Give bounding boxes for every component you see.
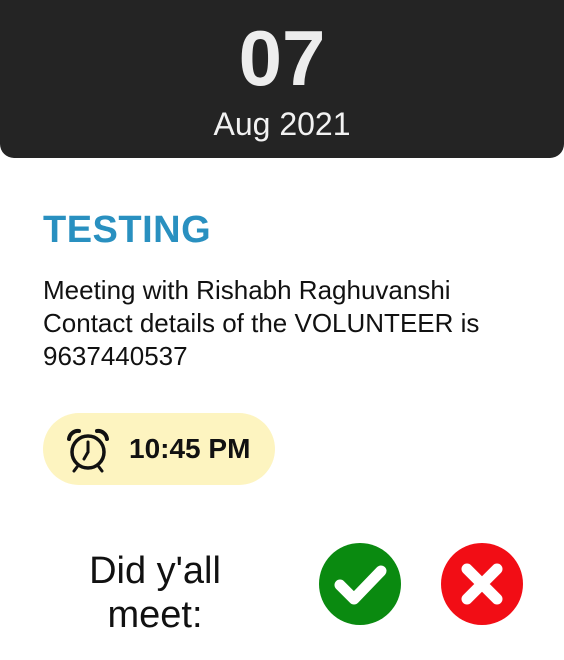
- meeting-card: 07 Aug 2021 TESTING Meeting with Rishabh…: [0, 0, 564, 660]
- event-description: Meeting with Rishabh Raghuvanshi Contact…: [43, 274, 533, 373]
- checkmark-icon: [334, 565, 387, 605]
- description-line: Contact details of the VOLUNTEER is: [43, 308, 480, 338]
- question-line: Did y'all: [89, 550, 221, 592]
- date-header: 07 Aug 2021: [0, 0, 564, 158]
- question-line: meet:: [107, 594, 203, 636]
- date-month-year: Aug 2021: [213, 106, 351, 142]
- description-line: 9637440537: [43, 341, 188, 371]
- confirm-no-button[interactable]: [441, 543, 523, 625]
- event-title: TESTING: [43, 209, 212, 251]
- description-line: Meeting with Rishabh Raghuvanshi: [43, 275, 451, 305]
- event-time: 10:45 PM: [129, 433, 251, 464]
- time-badge: 10:45 PM: [43, 413, 275, 485]
- confirm-yes-button[interactable]: [319, 543, 401, 625]
- cross-icon: [461, 563, 503, 605]
- meet-question: Did y'all meet:: [60, 549, 250, 637]
- alarm-clock-icon: [65, 427, 111, 473]
- date-day: 07: [238, 14, 326, 102]
